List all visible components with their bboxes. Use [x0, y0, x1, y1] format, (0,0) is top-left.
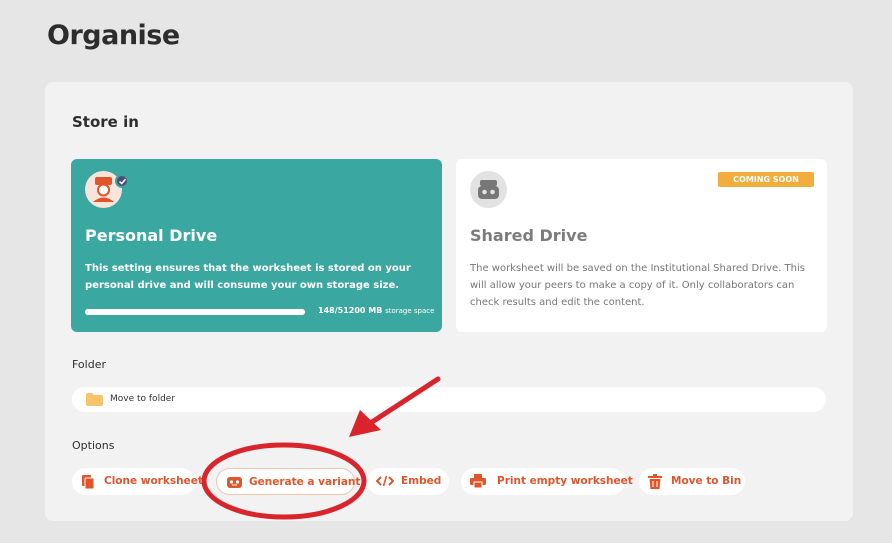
organise-panel: Store in Personal Drive This setting ens… [45, 82, 853, 521]
clone-icon [82, 475, 95, 489]
shared-drive-card: COMING SOON Shared Drive The worksheet w… [456, 159, 827, 332]
storage-usage-text: 148/51200 MB storage space [318, 306, 434, 315]
printer-icon [470, 474, 486, 488]
generate-variant-label: Generate a variant [249, 476, 361, 488]
folder-icon [86, 393, 103, 406]
generate-variant-button[interactable]: Generate a variant [216, 468, 360, 495]
move-to-folder-field[interactable]: Move to folder [72, 387, 826, 412]
embed-label: Embed [401, 475, 442, 487]
storage-usage-suffix: storage space [385, 307, 435, 315]
store-in-title: Store in [72, 113, 139, 131]
folder-label: Folder [72, 358, 106, 371]
selected-check-icon [115, 174, 129, 188]
move-to-folder-text: Move to folder [110, 394, 176, 404]
clone-worksheet-button[interactable]: Clone worksheet [72, 468, 203, 495]
print-empty-worksheet-label: Print empty worksheet [497, 475, 633, 487]
coming-soon-badge: COMING SOON [718, 172, 814, 187]
embed-button[interactable]: Embed [367, 468, 449, 495]
code-icon [376, 475, 394, 487]
clone-worksheet-label: Clone worksheet [104, 475, 203, 487]
move-to-bin-label: Move to Bin [671, 475, 742, 487]
shared-drive-description: The worksheet will be saved on the Insti… [470, 263, 805, 308]
options-label: Options [72, 439, 115, 452]
storage-progress-fill [85, 309, 305, 315]
shared-drive-name: Shared Drive [470, 226, 588, 245]
personal-drive-description: This setting ensures that the worksheet … [85, 263, 411, 291]
storage-usage-value: 148/51200 MB [318, 306, 383, 315]
trash-icon [648, 474, 662, 489]
shared-drive-avatar [470, 171, 507, 208]
personal-drive-name: Personal Drive [85, 226, 218, 245]
personal-drive-card[interactable]: Personal Drive This setting ensures that… [71, 159, 442, 332]
group-icon [478, 180, 499, 199]
page-title: Organise [47, 20, 180, 51]
storage-progress-bar [85, 309, 305, 315]
move-to-bin-button[interactable]: Move to Bin [639, 468, 745, 495]
print-empty-worksheet-button[interactable]: Print empty worksheet [461, 468, 633, 495]
robot-icon [227, 477, 242, 488]
